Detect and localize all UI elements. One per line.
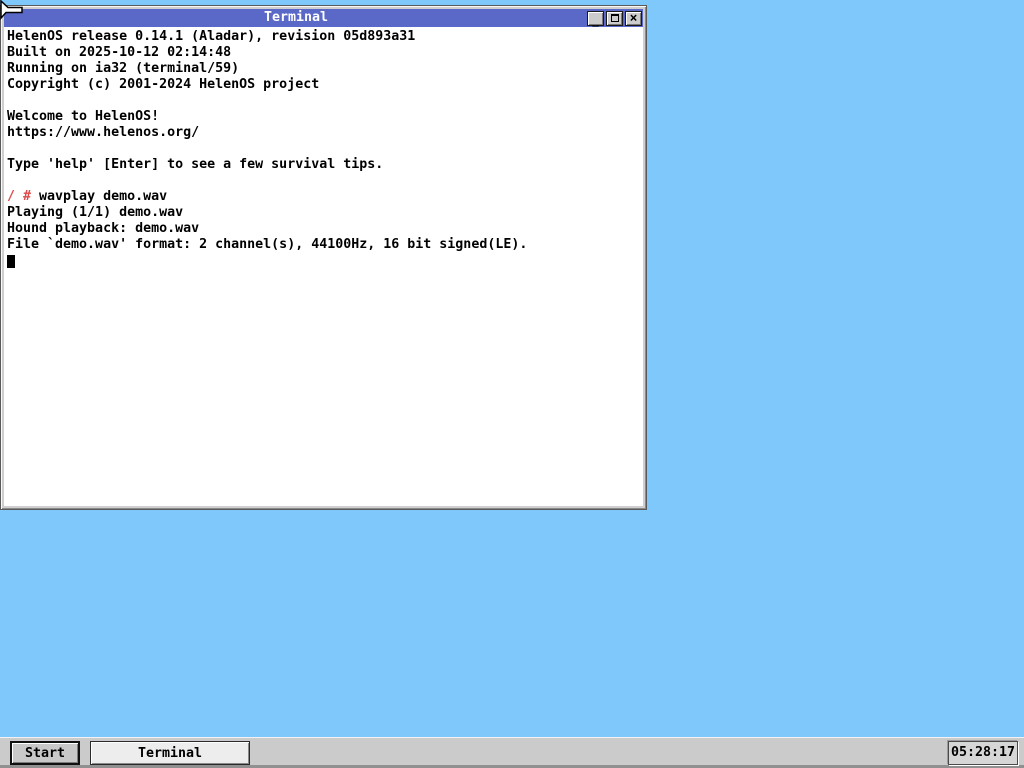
desktop: Terminal _ × HelenOS release 0.14.1 (Ala… — [0, 0, 1024, 768]
terminal-line — [7, 173, 643, 189]
maximize-icon — [611, 14, 619, 22]
terminal-line: Playing (1/1) demo.wav — [7, 205, 643, 221]
titlebar[interactable]: Terminal _ × — [4, 9, 643, 27]
terminal-line: Type 'help' [Enter] to see a few surviva… — [7, 157, 643, 173]
terminal-line: Built on 2025-10-12 02:14:48 — [7, 45, 643, 61]
terminal-line: File `demo.wav' format: 2 channel(s), 44… — [7, 237, 643, 253]
terminal-line — [7, 93, 643, 109]
start-button[interactable]: Start — [10, 741, 80, 765]
mouse-cursor — [0, 0, 26, 22]
close-button[interactable]: × — [625, 11, 642, 26]
terminal-line: Welcome to HelenOS! — [7, 109, 643, 125]
minimize-icon: _ — [592, 19, 599, 23]
terminal-line — [7, 141, 643, 157]
terminal-cursor — [7, 255, 15, 268]
terminal-line: Copyright (c) 2001-2024 HelenOS project — [7, 77, 643, 93]
window-title: Terminal — [5, 10, 587, 26]
taskbar-clock: 05:28:17 — [948, 741, 1018, 765]
terminal-line: Hound playback: demo.wav — [7, 221, 643, 237]
terminal-line: https://www.helenos.org/ — [7, 125, 643, 141]
taskbar: Start Terminal 05:28:17 — [0, 737, 1024, 768]
minimize-button[interactable]: _ — [587, 11, 604, 26]
close-icon: × — [630, 13, 638, 24]
window-controls: _ × — [587, 11, 642, 26]
terminal-line: Running on ia32 (terminal/59) — [7, 61, 643, 77]
terminal-window: Terminal _ × HelenOS release 0.14.1 (Ala… — [0, 5, 647, 510]
maximize-button[interactable] — [606, 11, 623, 26]
taskbar-window-button-terminal[interactable]: Terminal — [90, 741, 250, 765]
terminal-cursor-line — [7, 253, 643, 269]
terminal-output[interactable]: HelenOS release 0.14.1 (Aladar), revisio… — [4, 27, 643, 506]
terminal-line: HelenOS release 0.14.1 (Aladar), revisio… — [7, 29, 643, 45]
terminal-line: / # wavplay demo.wav — [7, 189, 643, 205]
